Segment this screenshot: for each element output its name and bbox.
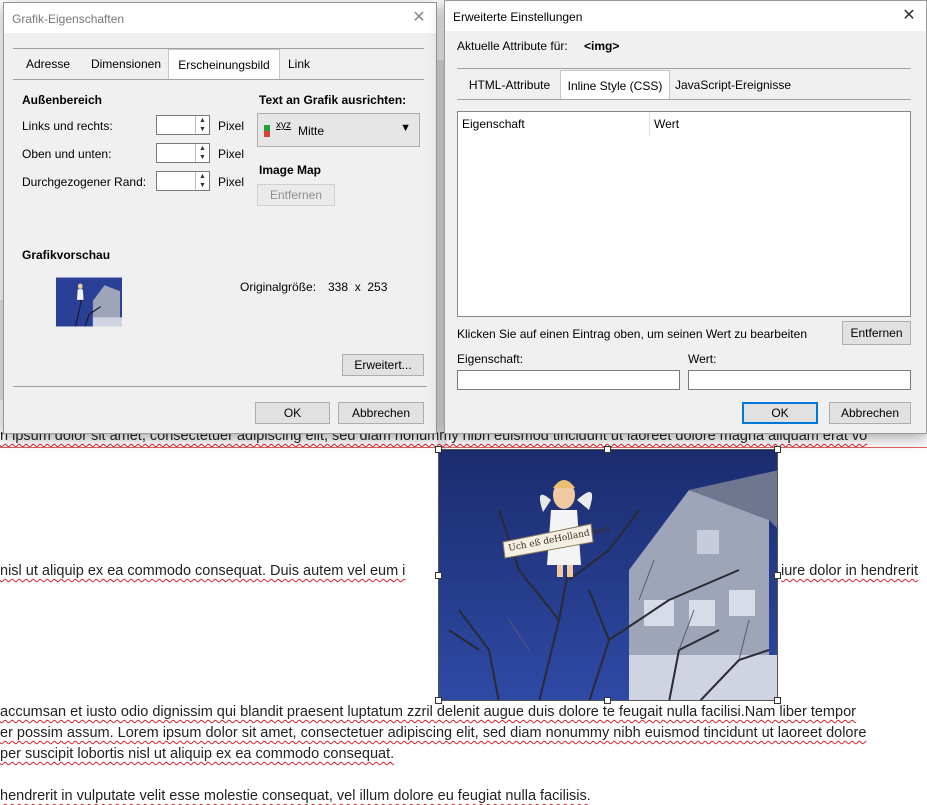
resize-handle-e[interactable] xyxy=(774,572,781,579)
column-header-value[interactable]: Wert xyxy=(650,112,910,136)
preview-heading: Grafikvorschau xyxy=(22,248,111,262)
remove-entry-button[interactable]: Entfernen xyxy=(842,321,911,345)
document-line: per suscipit lobortis nisl ut aliquip ex… xyxy=(0,746,395,762)
css-properties-table[interactable]: Eigenschaft Wert xyxy=(457,111,911,317)
tab-link[interactable]: Link xyxy=(280,49,318,79)
footer-divider xyxy=(13,386,427,387)
value-input[interactable] xyxy=(688,370,911,390)
resize-handle-s[interactable] xyxy=(604,697,611,704)
tab-html-attributes[interactable]: HTML-Attribute xyxy=(459,70,560,100)
image-properties-dialog: Grafik-Eigenschaften ✕ Adresse Dimension… xyxy=(3,2,437,434)
tab-inline-style[interactable]: Inline Style (CSS) xyxy=(560,70,670,100)
align-select[interactable]: xyz Mitte ▼ xyxy=(257,113,420,147)
edit-hint: Klicken Sie auf einen Eintrag oben, um s… xyxy=(457,327,807,341)
advanced-button[interactable]: Erweitert... xyxy=(342,354,424,376)
dialog-title: Grafik-Eigenschaften xyxy=(12,12,125,26)
attributes-for-label: Aktuelle Attribute für: xyxy=(457,39,568,53)
resize-handle-nw[interactable] xyxy=(435,446,442,453)
ok-button[interactable]: OK xyxy=(255,402,330,424)
outer-section-heading: Außenbereich xyxy=(22,93,103,107)
resize-handle-se[interactable] xyxy=(774,697,781,704)
image-map-heading: Image Map xyxy=(259,163,322,177)
document-line: accumsan et iusto odio dignissim qui bla… xyxy=(0,704,856,720)
image-map-remove-button[interactable]: Entfernen xyxy=(257,184,335,206)
property-field-label: Eigenschaft: xyxy=(457,352,524,366)
spinner-arrows-icon[interactable]: ▲ ▼ xyxy=(195,172,209,190)
close-icon[interactable]: ✕ xyxy=(898,5,920,27)
pixel-unit-label: Pixel xyxy=(218,119,245,133)
resize-handle-n[interactable] xyxy=(604,446,611,453)
margin-horizontal-label: Links und rechts: xyxy=(22,119,113,133)
tab-javascript-events[interactable]: JavaScript-Ereignisse xyxy=(671,70,795,100)
selected-image[interactable]: Uch eß deHolland verl xyxy=(438,449,778,701)
document-line: iure dolor in hendrerit xyxy=(781,563,919,579)
tab-dimensionen[interactable]: Dimensionen xyxy=(82,49,170,79)
tab-divider xyxy=(457,99,911,100)
document-line: nisl ut aliquip ex ea commodo consequat.… xyxy=(0,563,406,579)
value-field-label: Wert: xyxy=(688,352,717,366)
tab-erscheinungsbild[interactable]: Erscheinungsbild xyxy=(168,49,280,79)
pixel-unit-label: Pixel xyxy=(218,147,245,161)
ok-button[interactable]: OK xyxy=(742,402,818,424)
resize-handle-w[interactable] xyxy=(435,572,442,579)
image-preview-thumbnail xyxy=(56,277,122,327)
margin-vertical-label: Oben und unten: xyxy=(22,147,112,161)
tab-bottom-divider xyxy=(13,79,424,80)
document-line: hendrerit in vulputate velit esse molest… xyxy=(0,788,591,804)
spinner-arrows-icon[interactable]: ▲ ▼ xyxy=(195,116,209,134)
align-icon-text: xyz xyxy=(276,120,291,131)
original-size-label: Originalgröße: xyxy=(240,280,317,294)
angel-photo: Uch eß deHolland verl xyxy=(439,450,777,700)
column-header-property[interactable]: Eigenschaft xyxy=(458,112,650,136)
margin-vertical-spinner[interactable]: ▲ ▼ xyxy=(156,143,210,163)
spellcheck-line xyxy=(0,447,927,448)
close-icon[interactable]: ✕ xyxy=(408,7,430,29)
header-divider xyxy=(457,68,911,69)
dialog-titlebar[interactable]: Erweiterte Einstellungen ✕ xyxy=(445,1,926,31)
dialog-title: Erweiterte Einstellungen xyxy=(453,10,583,24)
resize-handle-ne[interactable] xyxy=(774,446,781,453)
resize-handle-sw[interactable] xyxy=(435,697,442,704)
advanced-settings-dialog: Erweiterte Einstellungen ✕ Aktuelle Attr… xyxy=(444,0,927,434)
cancel-button[interactable]: Abbrechen xyxy=(829,402,911,424)
pixel-unit-label: Pixel xyxy=(218,175,245,189)
border-spinner[interactable]: ▲ ▼ xyxy=(156,171,210,191)
margin-horizontal-spinner[interactable]: ▲ ▼ xyxy=(156,115,210,135)
border-label: Durchgezogener Rand: xyxy=(22,175,147,189)
tab-adresse[interactable]: Adresse xyxy=(18,49,78,79)
spinner-arrows-icon[interactable]: ▲ ▼ xyxy=(195,144,209,162)
property-input[interactable] xyxy=(457,370,680,390)
document-line: er possim assum. Lorem ipsum dolor sit a… xyxy=(0,725,867,741)
attributes-for-value: <img> xyxy=(584,39,620,53)
align-value: Mitte xyxy=(298,124,325,138)
dialog-titlebar[interactable]: Grafik-Eigenschaften ✕ xyxy=(4,3,436,33)
align-heading: Text an Grafik ausrichten: xyxy=(259,93,407,107)
cancel-button[interactable]: Abbrechen xyxy=(338,402,424,424)
original-size-value: 338 x 253 xyxy=(328,280,388,294)
chevron-down-icon: ▼ xyxy=(400,122,411,134)
